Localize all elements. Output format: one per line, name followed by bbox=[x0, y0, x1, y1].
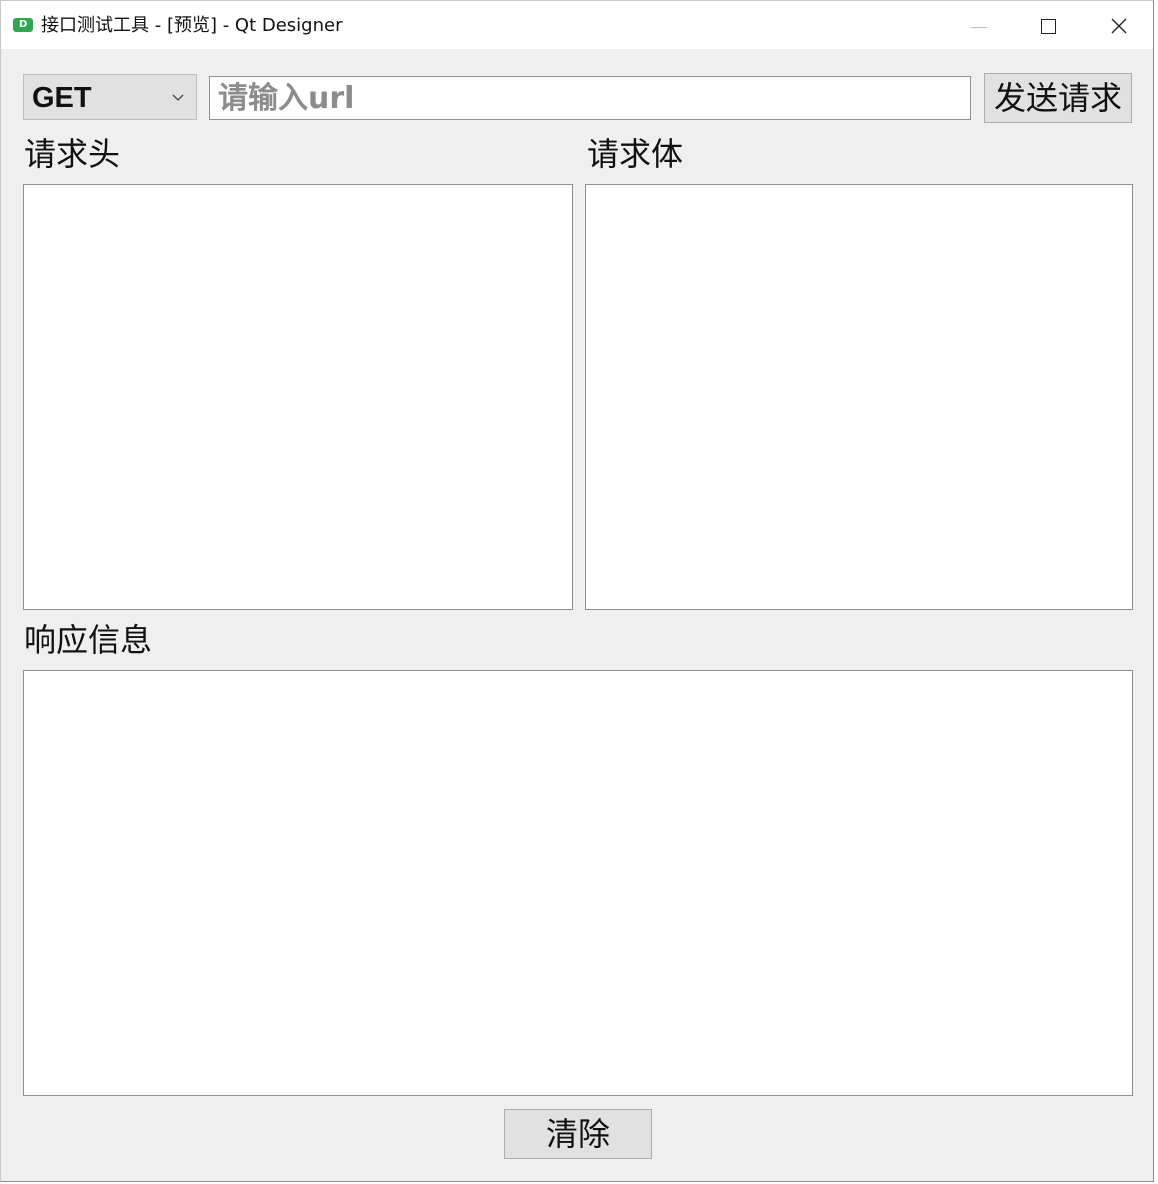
request-headers-label: 请求头 bbox=[24, 135, 121, 173]
request-body-label: 请求体 bbox=[587, 135, 684, 173]
url-input[interactable] bbox=[209, 76, 971, 120]
close-button[interactable] bbox=[1084, 1, 1154, 49]
chevron-down-icon bbox=[172, 94, 184, 101]
maximize-button[interactable] bbox=[1014, 1, 1084, 49]
request-body-textarea[interactable] bbox=[585, 184, 1133, 610]
method-select[interactable]: GET bbox=[23, 74, 197, 120]
send-request-button[interactable]: 发送请求 bbox=[984, 73, 1132, 123]
window-title: 接口测试工具 - [预览] - Qt Designer bbox=[41, 15, 343, 36]
app-window: D 接口测试工具 - [预览] - Qt Designer GET 发送请求 请… bbox=[0, 0, 1154, 1182]
app-icon-letter: D bbox=[19, 19, 28, 30]
close-icon bbox=[1111, 18, 1127, 34]
response-info-label: 响应信息 bbox=[24, 621, 153, 659]
minimize-button[interactable] bbox=[944, 1, 1014, 49]
method-value: GET bbox=[32, 82, 92, 114]
clear-button[interactable]: 清除 bbox=[504, 1109, 652, 1159]
qt-designer-app-icon: D bbox=[13, 18, 33, 32]
title-bar[interactable]: D 接口测试工具 - [预览] - Qt Designer bbox=[1, 1, 1153, 49]
request-headers-textarea[interactable] bbox=[23, 184, 573, 610]
response-textarea[interactable] bbox=[23, 670, 1133, 1096]
